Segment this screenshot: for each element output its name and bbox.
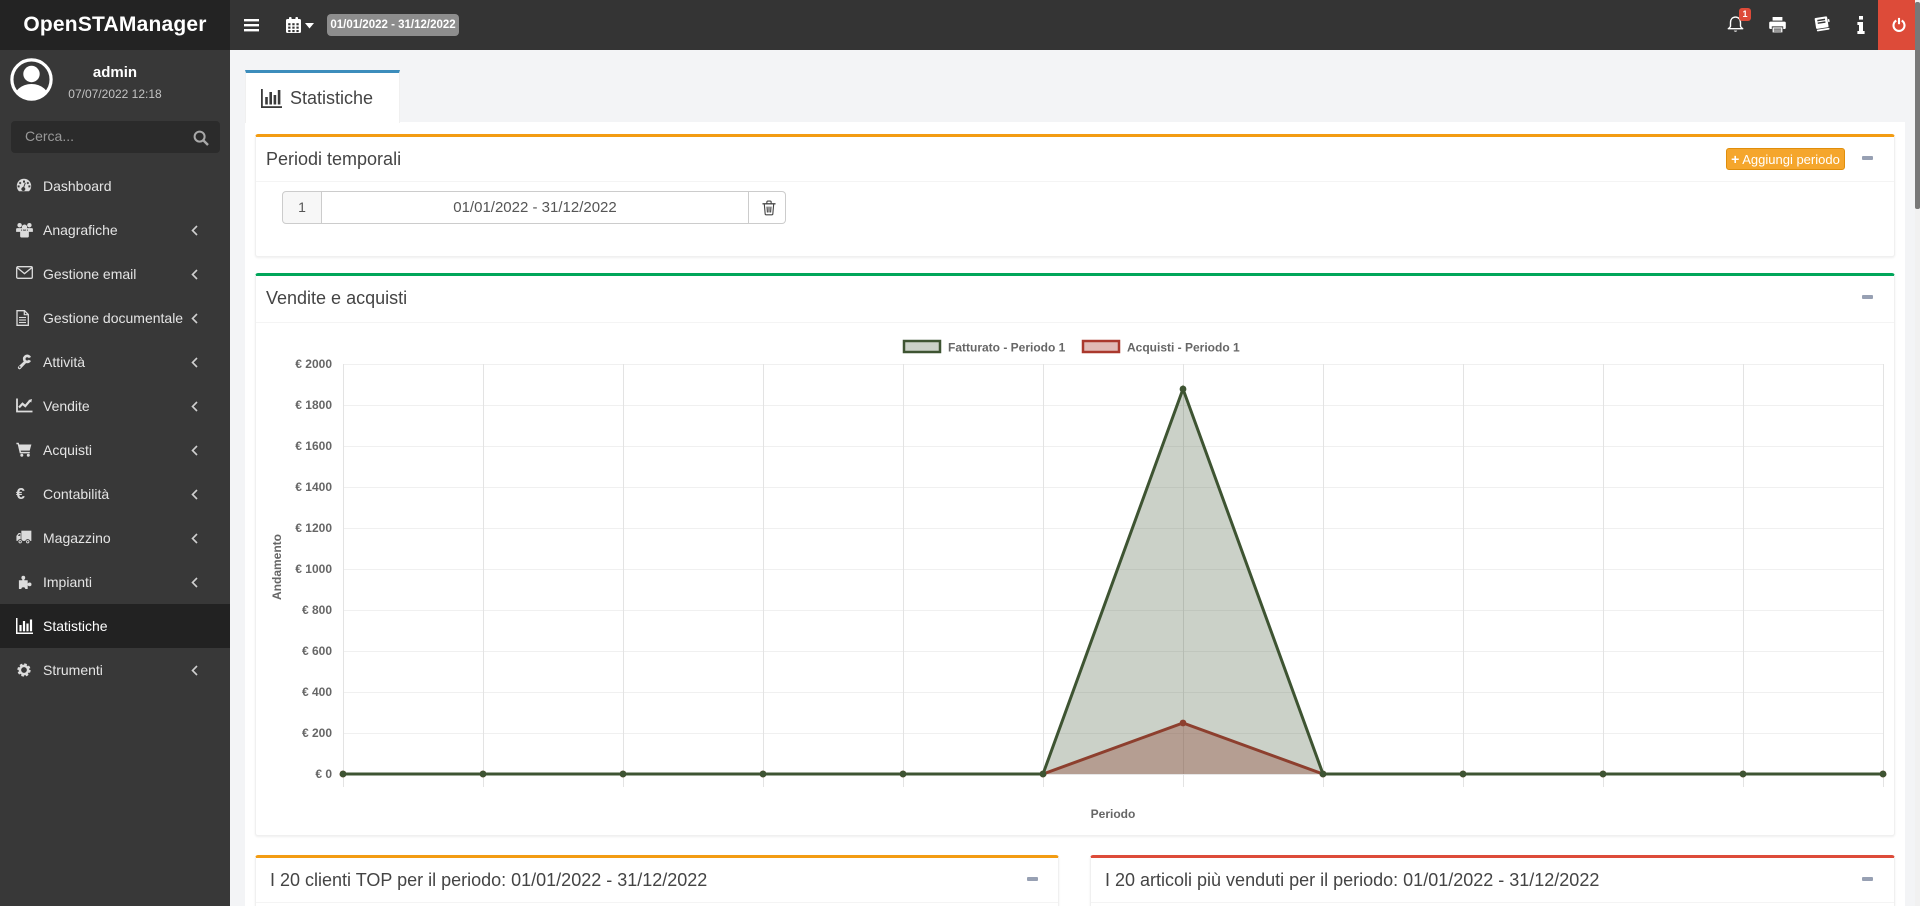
svg-text:€ 1000: € 1000: [295, 562, 332, 576]
svg-text:Acquisti - Periodo 1: Acquisti - Periodo 1: [1127, 341, 1240, 355]
svg-text:€ 0: € 0: [315, 767, 332, 781]
svg-text:€ 1400: € 1400: [295, 480, 332, 494]
svg-text:€ 1600: € 1600: [295, 439, 332, 453]
svg-text:€ 200: € 200: [302, 726, 332, 740]
svg-text:€ 1800: € 1800: [295, 398, 332, 412]
svg-text:Periodo: Periodo: [1091, 807, 1136, 821]
svg-text:€ 800: € 800: [302, 603, 332, 617]
svg-text:€ 600: € 600: [302, 644, 332, 658]
svg-text:€ 2000: € 2000: [295, 357, 332, 371]
svg-text:€ 400: € 400: [302, 685, 332, 699]
svg-text:Fatturato - Periodo 1: Fatturato - Periodo 1: [948, 341, 1066, 355]
svg-text:€ 1200: € 1200: [295, 521, 332, 535]
svg-text:Andamento: Andamento: [270, 534, 284, 600]
